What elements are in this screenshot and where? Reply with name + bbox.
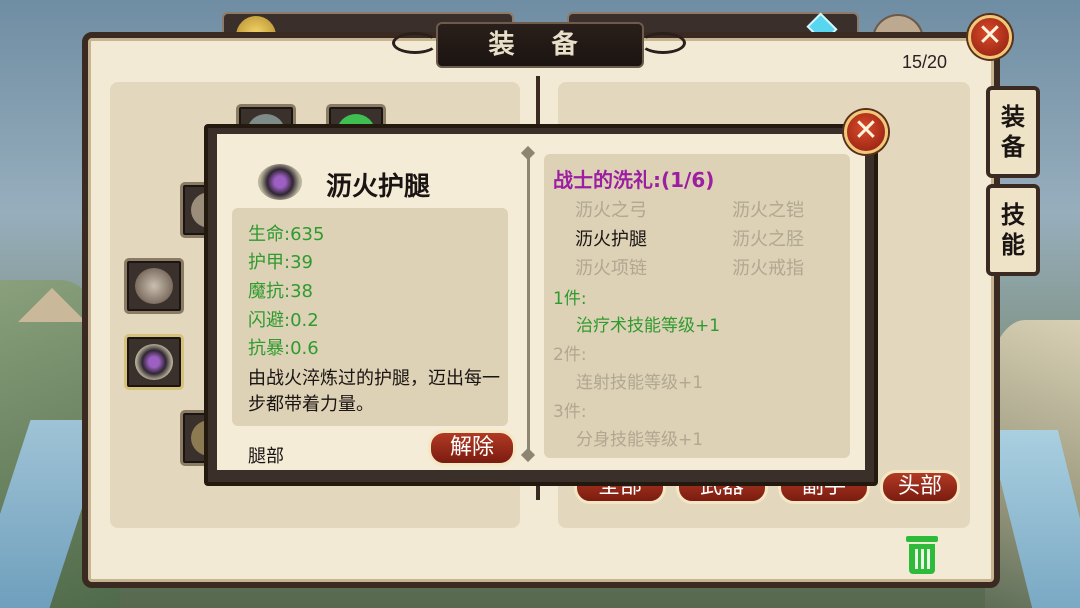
set-piece-owned: 沥火护腿 [575, 229, 647, 250]
stat-dodge: 闪避:0.2 [248, 310, 319, 331]
set-bonus-tier: 2件: [553, 345, 587, 365]
leg-armor-icon [135, 344, 173, 380]
set-bonus-tier: 1件: [553, 289, 587, 309]
set-bonus-effect: 分身技能等级+1 [576, 430, 704, 450]
filter-head-button[interactable]: 头部 [880, 470, 960, 504]
set-title: 战士的洗礼:(1/6) [553, 168, 715, 192]
window-title: 装 备 [436, 22, 644, 68]
background-tent [18, 288, 86, 322]
set-piece: 沥火项链 [575, 258, 647, 279]
popup-divider [527, 152, 530, 454]
unequip-button[interactable]: 解除 [428, 430, 516, 466]
tab-equipment[interactable]: 装 备 [986, 86, 1040, 178]
set-piece: 沥火之铠 [732, 200, 804, 221]
plaque-ornament-right [640, 32, 686, 54]
set-piece: 沥火之胫 [732, 229, 804, 250]
plaque-ornament-left [392, 32, 438, 54]
close-button[interactable]: ✕ [968, 15, 1012, 59]
set-bonus-effect: 治疗术技能等级+1 [576, 316, 721, 336]
tab-skills[interactable]: 技 能 [986, 184, 1040, 276]
set-piece: 沥火之弓 [575, 200, 647, 221]
item-name: 沥火护腿 [326, 172, 431, 202]
slot-chest[interactable] [124, 258, 184, 314]
stat-armor: 护甲:39 [248, 252, 313, 273]
stat-crit-resist: 抗暴:0.6 [248, 338, 319, 359]
slot-legs[interactable] [124, 334, 184, 390]
close-icon: ✕ [853, 113, 879, 148]
set-bonus-tier: 3件: [553, 402, 587, 422]
stat-hp: 生命:635 [248, 224, 325, 245]
stat-magic-resist: 魔抗:38 [248, 281, 313, 302]
close-icon: ✕ [977, 18, 1003, 53]
trash-icon[interactable] [906, 536, 938, 574]
chest-armor-icon [135, 268, 173, 304]
bag-count: 15/20 [902, 52, 948, 72]
set-piece: 沥火戒指 [732, 258, 804, 279]
item-slot-type: 腿部 [248, 446, 284, 467]
leg-armor-icon [258, 164, 302, 200]
item-description: 由战火淬炼过的护腿，迈出每一步都带着力量。 [248, 368, 500, 415]
set-bonus-effect: 连射技能等级+1 [576, 373, 704, 393]
close-detail-button[interactable]: ✕ [844, 110, 888, 154]
